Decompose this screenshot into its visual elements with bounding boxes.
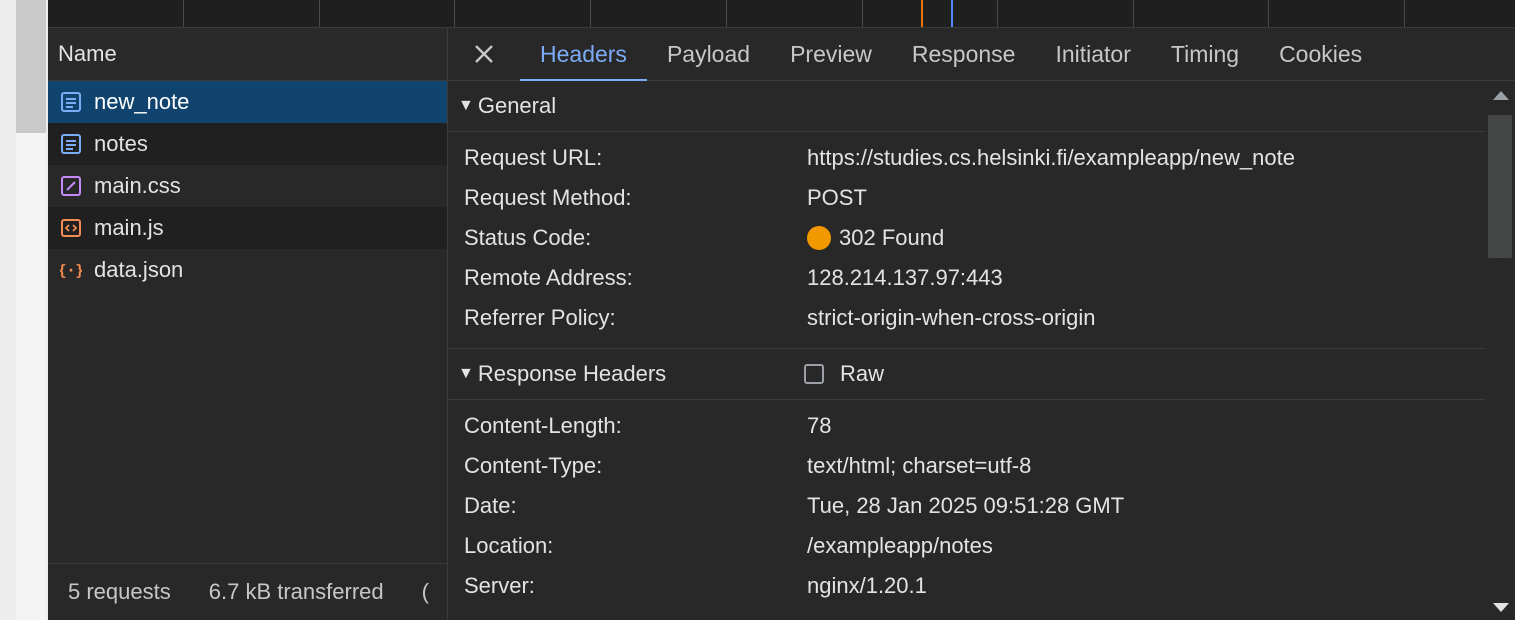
header-key: Content-Type:: [464, 453, 603, 478]
timeline-marker-load: [921, 0, 923, 27]
raw-checkbox[interactable]: [804, 364, 824, 384]
header-row-content-length: Content-Length: 78: [448, 406, 1485, 446]
request-row-notes[interactable]: notes: [48, 123, 447, 165]
header-value: Tue, 28 Jan 2025 09:51:28 GMT: [807, 493, 1125, 518]
page-edge: [0, 0, 48, 620]
header-row-date: Date: Tue, 28 Jan 2025 09:51:28 GMT: [448, 486, 1485, 526]
response-headers-section: Content-Length: 78 Content-Type: text/ht…: [448, 400, 1485, 616]
stylesheet-icon: [60, 175, 82, 197]
scrollbar-thumb[interactable]: [1488, 115, 1512, 258]
request-name: new_note: [94, 89, 190, 114]
request-details-panel: Headers Payload Preview Response Initiat…: [448, 28, 1515, 620]
tab-initiator[interactable]: Initiator: [1035, 28, 1150, 80]
raw-label: Raw: [840, 361, 885, 386]
request-row-new-note[interactable]: new_note: [48, 81, 447, 123]
triangle-down-icon: ▼: [458, 97, 474, 114]
network-summary-bar: 5 requests 6.7 kB transferred (: [48, 563, 447, 620]
tab-headers[interactable]: Headers: [520, 28, 647, 81]
raw-toggle[interactable]: Raw: [804, 349, 884, 399]
devtools-network-panel: Name new_note notes main.css main.js · d…: [48, 0, 1515, 620]
request-list: Name new_note notes main.css main.js · d…: [48, 28, 448, 620]
header-row-content-type: Content-Type: text/html; charset=utf-8: [448, 446, 1485, 486]
header-key: Status Code:: [464, 225, 592, 250]
header-value: POST: [807, 185, 867, 210]
triangle-down-icon: ▼: [458, 365, 474, 382]
request-row-main-css[interactable]: main.css: [48, 165, 447, 207]
scroll-down-icon[interactable]: [1493, 603, 1509, 612]
json-icon: {·}: [60, 259, 82, 281]
header-key: Content-Length:: [464, 413, 622, 438]
status-dot-icon: [807, 226, 831, 250]
request-name: main.js: [94, 215, 164, 240]
scroll-up-icon[interactable]: [1493, 91, 1509, 100]
header-row-server: Server: nginx/1.20.1: [448, 566, 1485, 606]
header-row-location: Location: /exampleapp/notes: [448, 526, 1485, 566]
request-name: data.json: [94, 257, 184, 282]
header-key: Location:: [464, 533, 554, 558]
header-value: /exampleapp/notes: [807, 533, 993, 558]
page-scrollbar[interactable]: [16, 0, 46, 133]
details-tabbar: Headers Payload Preview Response Initiat…: [448, 28, 1515, 81]
header-row-request-url: Request URL: https://studies.cs.helsinki…: [448, 138, 1485, 178]
header-value: strict-origin-when-cross-origin: [807, 305, 1096, 330]
name-column-header[interactable]: Name: [48, 28, 447, 81]
header-key: Date:: [464, 493, 517, 518]
header-row-status-code: Status Code: 302 Found: [448, 218, 1485, 258]
details-scrollbar[interactable]: [1485, 81, 1515, 620]
header-key: Referrer Policy:: [464, 305, 616, 330]
header-key: Request Method:: [464, 185, 632, 210]
header-key: Request URL:: [464, 145, 603, 170]
close-icon[interactable]: [448, 28, 520, 80]
header-row-referrer-policy: Referrer Policy: strict-origin-when-cros…: [448, 298, 1485, 338]
tab-cookies[interactable]: Cookies: [1259, 28, 1382, 80]
tab-timing[interactable]: Timing: [1151, 28, 1259, 80]
headers-content: ▼ General Request URL: https://studies.c…: [448, 81, 1485, 620]
request-row-data-json[interactable]: {·} data.json: [48, 249, 447, 291]
script-icon: [60, 217, 82, 239]
network-overview-timeline[interactable]: [48, 0, 1515, 28]
response-headers-section-header[interactable]: ▼ Response Headers Raw: [448, 349, 1485, 400]
header-key: Remote Address:: [464, 265, 633, 290]
timeline-marker-domcontentloaded: [951, 0, 953, 27]
request-count: 5 requests: [68, 579, 171, 604]
header-value: nginx/1.20.1: [807, 573, 927, 598]
header-key: Server:: [464, 573, 535, 598]
header-value: 78: [807, 413, 832, 438]
transferred-size: 6.7 kB transferred: [208, 579, 384, 604]
header-row-request-method: Request Method: POST: [448, 178, 1485, 218]
request-name: notes: [94, 131, 148, 156]
resources-size-truncated: (: [421, 579, 429, 604]
document-icon: [60, 91, 82, 113]
svg-text:{·}: {·}: [60, 263, 82, 280]
header-value: https://studies.cs.helsinki.fi/exampleap…: [807, 145, 1295, 170]
header-value: text/html; charset=utf-8: [807, 453, 1032, 478]
header-value: 302 Found: [839, 225, 945, 250]
header-row-remote-address: Remote Address: 128.214.137.97:443: [448, 258, 1485, 298]
header-value: 128.214.137.97:443: [807, 265, 1003, 290]
tab-payload[interactable]: Payload: [647, 28, 770, 80]
general-section-header[interactable]: ▼ General: [448, 81, 1485, 132]
general-section: Request URL: https://studies.cs.helsinki…: [448, 132, 1485, 349]
request-row-main-js[interactable]: main.js: [48, 207, 447, 249]
document-icon: [60, 133, 82, 155]
tab-response[interactable]: Response: [892, 28, 1036, 80]
tab-preview[interactable]: Preview: [770, 28, 892, 80]
request-name: main.css: [94, 173, 181, 198]
